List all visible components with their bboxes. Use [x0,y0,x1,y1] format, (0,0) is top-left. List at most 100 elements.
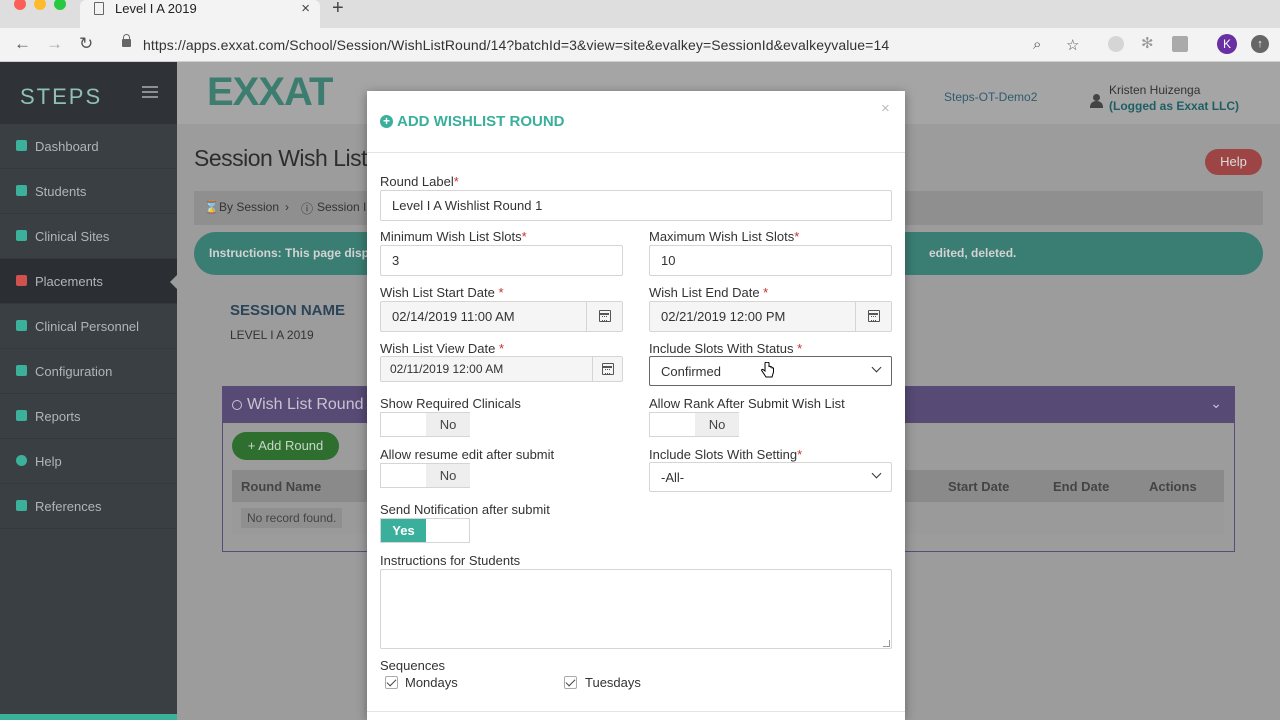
check-icon [16,500,27,511]
max-slots-label: Maximum Wish List Slots* [649,229,800,244]
slots-setting-value: -All- [661,470,685,485]
start-date-field[interactable]: 02/14/2019 11:00 AM [380,301,623,332]
resize-handle-icon[interactable] [883,640,890,647]
google-extension-icon[interactable] [1172,36,1188,52]
tab-close-icon[interactable]: × [301,0,310,17]
toggle-off-label: No [426,464,470,487]
sidebar-item-help[interactable]: Help [0,439,177,484]
help-icon [16,455,27,466]
sidebar-item-clinical-sites[interactable]: Clinical Sites [0,214,177,259]
sidebar-item-configuration[interactable]: Configuration [0,349,177,394]
help-button[interactable]: Help [1205,149,1262,175]
start-date-calendar-button[interactable] [586,302,622,331]
zoom-icon[interactable]: ⌕ [1033,36,1041,53]
sidebar-brand: STEPS [0,62,177,124]
tuesdays-checkbox[interactable] [564,676,577,689]
toggle-on-label: Yes [381,519,426,542]
page-title: Session Wish List R [194,145,390,171]
close-window-button[interactable] [14,0,26,10]
view-date-field[interactable]: 02/11/2019 12:00 AM [380,356,623,382]
add-round-label: Add Round [258,438,324,453]
min-slots-input[interactable]: 3 [380,245,623,276]
sidebar-item-reports[interactable]: Reports [0,394,177,439]
allow-resume-toggle[interactable]: No [380,463,470,488]
building-icon [16,230,27,241]
snowflake-icon[interactable]: ✻ [1141,34,1154,52]
close-icon[interactable]: × [881,100,890,117]
show-required-toggle[interactable]: No [380,412,470,437]
calendar-icon [602,363,614,375]
sidebar-item-clinical-personnel[interactable]: Clinical Personnel [0,304,177,349]
column-start-date[interactable]: Start Date [948,479,1009,494]
allow-rank-label: Allow Rank After Submit Wish List [649,396,845,411]
slots-setting-select[interactable]: -All- [649,462,892,492]
back-arrow-icon[interactable]: ← [14,34,31,54]
instructions-textarea[interactable] [380,569,892,649]
sidebar-item-label: Students [35,184,87,199]
tuesdays-label: Tuesdays [585,675,641,690]
chevron-down-icon [871,468,882,479]
column-end-date[interactable]: End Date [1053,479,1109,494]
sidebar-item-dashboard[interactable]: Dashboard [0,124,177,169]
instructions-label: Instructions for Students [380,553,521,568]
column-actions: Actions [1149,479,1197,494]
plus-icon: + [247,438,259,453]
bookmark-star-icon[interactable]: ☆ [1066,36,1079,54]
sidebar-item-label: Configuration [35,364,113,379]
placement-icon [16,275,27,286]
round-label-input[interactable]: Level I A Wishlist Round 1 [380,190,892,221]
breadcrumb-by-session[interactable]: By Session [219,200,279,214]
end-date-calendar-button[interactable] [855,302,891,331]
account-link[interactable]: Steps-OT-Demo2 [944,90,1037,104]
new-tab-button[interactable]: + [332,0,344,20]
modal-header: + ADD WISHLIST ROUND × [367,91,905,153]
allow-rank-toggle[interactable]: No [649,412,739,437]
browser-toolbar: ← → ↻ https://apps.exxat.com/School/Sess… [0,28,1280,62]
profile-avatar[interactable]: K [1217,34,1237,54]
minimize-window-button[interactable] [34,0,46,10]
reload-icon[interactable]: ↻ [79,34,93,54]
no-record-text: No record found. [241,508,343,528]
hamburger-menu-icon[interactable] [142,86,158,98]
add-round-button[interactable]: + Add Round [232,432,339,460]
chevron-down-icon[interactable]: ⌄ [1210,395,1222,412]
column-round-name[interactable]: Round Name [241,479,321,494]
view-date-calendar-button[interactable] [592,357,622,381]
sidebar-item-placements[interactable]: Placements [0,259,178,304]
max-slots-input[interactable]: 10 [649,245,892,276]
maximize-window-button[interactable] [54,0,66,10]
start-date-label: Wish List Start Date * [380,285,504,300]
slots-status-value: Confirmed [661,364,721,379]
hand-cursor-icon [761,362,774,378]
hourglass-icon: ⌛ [204,200,219,214]
mondays-checkbox[interactable] [385,676,398,689]
user-icon [16,320,27,331]
show-required-label: Show Required Clinicals [380,396,521,411]
sidebar-item-label: References [35,499,102,514]
sequences-label: Sequences [380,658,446,673]
mondays-label: Mondays [405,675,458,690]
send-notification-toggle[interactable]: Yes [380,518,470,543]
user-logged-as[interactable]: (Logged as Exxat LLC) [1109,99,1239,113]
forward-arrow-icon[interactable]: → [46,34,63,54]
browser-tab[interactable]: Level I A 2019 × [80,0,320,28]
update-icon[interactable]: ↑ [1251,35,1269,53]
view-date-label: Wish List View Date * [380,341,505,356]
slots-setting-label: Include Slots With Setting* [649,447,803,462]
modal-title: ADD WISHLIST ROUND [397,113,565,130]
sidebar-item-students[interactable]: Students [0,169,177,214]
sidebar-item-label: Placements [35,274,103,289]
sidebar-item-references[interactable]: References [0,484,177,529]
breadcrumb-session[interactable]: Session I [317,200,366,214]
extension-icon[interactable] [1108,36,1124,52]
user-name[interactable]: Kristen Huizenga [1109,83,1200,97]
round-label-label: Round Label* [380,174,459,189]
modal-footer-divider [367,711,905,712]
sidebar-item-label: Clinical Sites [35,229,110,244]
wish-panel-title: Wish List Round [247,396,364,413]
sidebar-item-label: Clinical Personnel [35,319,140,334]
end-date-field[interactable]: 02/21/2019 12:00 PM [649,301,892,332]
brand-logo: STEPS [20,84,103,109]
document-icon [94,2,104,15]
address-bar[interactable]: https://apps.exxat.com/School/Session/Wi… [110,31,1095,59]
